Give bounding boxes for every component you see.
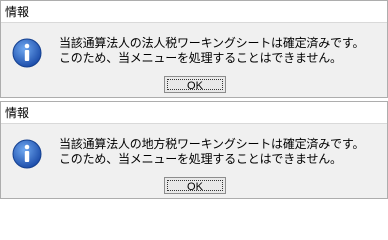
dialog-title: 情報 (5, 5, 30, 19)
ok-button-label: OK (187, 180, 203, 193)
dialog-message: 当該通算法人の地方税ワーキングシートは確定済みです。 このため、当メニューを処理… (59, 137, 385, 167)
info-dialog-corporate-tax: 情報 当該通算法人の法人税ワーキングシートは確定済みです。 このため、当メニュー… (0, 0, 388, 98)
info-icon (12, 38, 42, 68)
info-icon (12, 139, 42, 169)
info-dialog-local-tax: 情報 当該通算法人の地方税ワーキングシートは確定済みです。 このため、当メニュー… (0, 101, 388, 199)
ok-button-label: OK (187, 79, 203, 92)
message-line-2: このため、当メニューを処理することはできません。 (59, 152, 342, 166)
ok-button[interactable]: OK (164, 177, 226, 194)
message-line-1: 当該通算法人の地方税ワーキングシートは確定済みです。 (59, 137, 365, 151)
ok-button[interactable]: OK (164, 76, 226, 93)
dialog-message: 当該通算法人の法人税ワーキングシートは確定済みです。 このため、当メニューを処理… (59, 36, 385, 66)
dialog-title: 情報 (5, 106, 30, 120)
message-line-2: このため、当メニューを処理することはできません。 (59, 51, 342, 65)
dialog-title-bar[interactable]: 情報 (1, 102, 387, 124)
dialog-title-bar[interactable]: 情報 (1, 1, 387, 23)
message-line-1: 当該通算法人の法人税ワーキングシートは確定済みです。 (59, 36, 365, 50)
